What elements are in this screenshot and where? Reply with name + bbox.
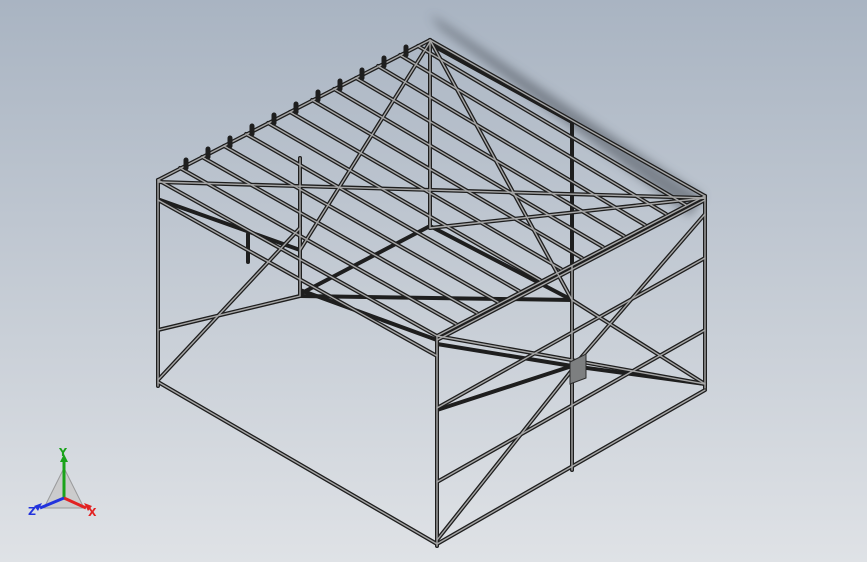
graphics-viewport[interactable]: Y X Z bbox=[0, 0, 867, 562]
x-axis-label: X bbox=[88, 506, 97, 519]
y-axis-label: Y bbox=[59, 446, 67, 459]
model-view[interactable] bbox=[0, 0, 867, 562]
reference-triad: Y X Z bbox=[26, 446, 106, 526]
z-axis-label: Z bbox=[28, 505, 36, 518]
viewport-background bbox=[0, 0, 867, 562]
